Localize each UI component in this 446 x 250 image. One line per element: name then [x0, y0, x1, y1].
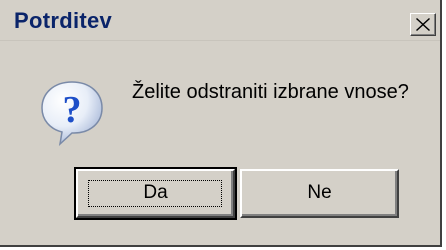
close-button[interactable]	[410, 13, 436, 36]
question-icon: ?	[41, 81, 103, 146]
yes-button-label: Da	[143, 182, 168, 203]
no-button[interactable]: Ne	[240, 169, 399, 218]
title-bar: Potrditev	[0, 0, 440, 41]
svg-text:?: ?	[63, 89, 82, 131]
yes-button[interactable]: Da	[74, 167, 237, 220]
dialog-message: Želite odstraniti izbrane vnose?	[132, 81, 409, 103]
window-title: Potrditev	[14, 8, 113, 33]
confirm-dialog: Potrditev ? Želite odstraniti izbrane vn…	[0, 0, 442, 247]
no-button-label: Ne	[307, 182, 332, 203]
close-icon	[416, 18, 430, 31]
